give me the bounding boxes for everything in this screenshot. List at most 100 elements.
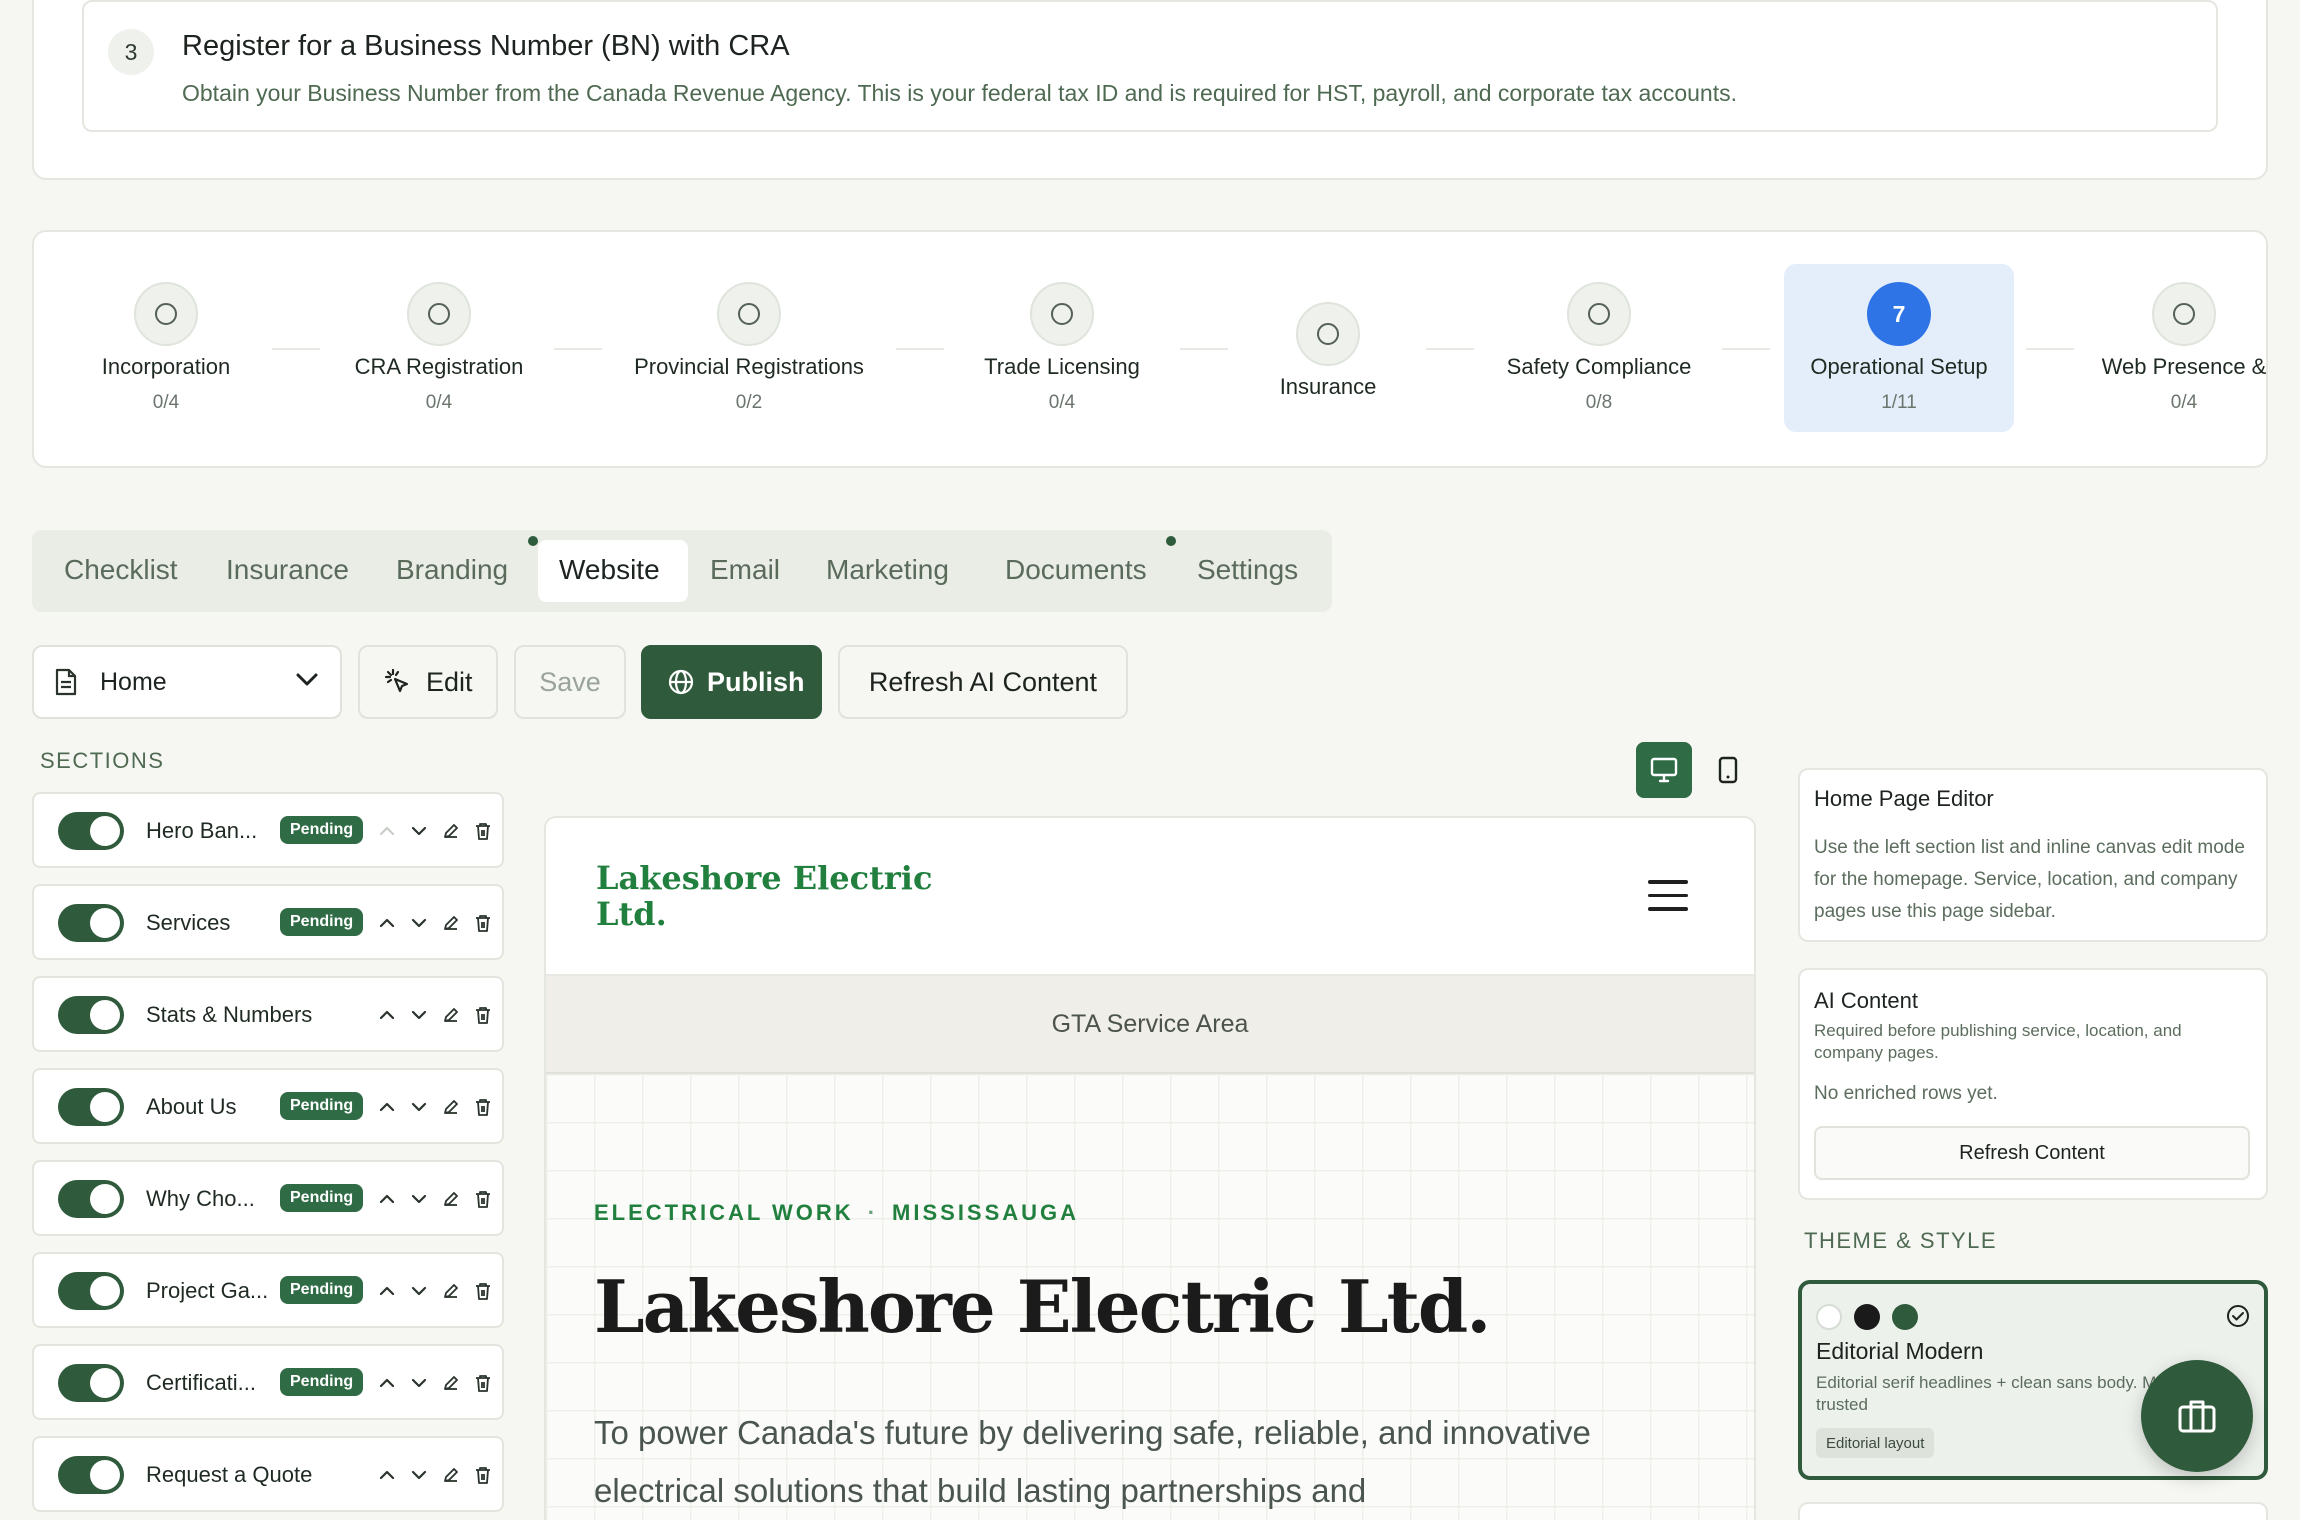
pencil-icon[interactable] bbox=[440, 1001, 462, 1029]
refresh-content-button[interactable]: Refresh Content bbox=[1814, 1126, 2250, 1180]
hamburger-icon[interactable] bbox=[1648, 880, 1688, 921]
chevron-down-icon[interactable] bbox=[408, 1001, 430, 1029]
trash-icon[interactable] bbox=[472, 1277, 494, 1305]
section-visibility-toggle[interactable] bbox=[58, 996, 124, 1034]
stage-web-presence[interactable]: Web Presence & 0/4 bbox=[2084, 232, 2266, 466]
chevron-up-icon[interactable] bbox=[376, 909, 398, 937]
section-row[interactable]: Hero Ban... Pending bbox=[32, 792, 504, 868]
trash-icon[interactable] bbox=[472, 909, 494, 937]
section-row[interactable]: Project Ga... Pending bbox=[32, 1252, 504, 1328]
chevron-up-icon[interactable] bbox=[376, 1185, 398, 1213]
section-actions bbox=[376, 1368, 494, 1398]
section-row[interactable]: Services Pending bbox=[32, 884, 504, 960]
refresh-ai-content-button[interactable]: Refresh AI Content bbox=[838, 645, 1128, 719]
section-visibility-toggle[interactable] bbox=[58, 1088, 124, 1126]
stage-number: 7 bbox=[1867, 282, 1931, 346]
pencil-icon[interactable] bbox=[440, 1369, 462, 1397]
section-actions bbox=[376, 1276, 494, 1306]
check-circle-icon bbox=[2226, 1304, 2250, 1328]
chevron-down-icon[interactable] bbox=[408, 1093, 430, 1121]
section-row[interactable]: About Us Pending bbox=[32, 1068, 504, 1144]
chevron-down-icon[interactable] bbox=[408, 1277, 430, 1305]
stepper-connector bbox=[896, 348, 944, 350]
stage-insurance[interactable]: Insurance bbox=[1240, 232, 1416, 466]
pending-badge: Pending bbox=[280, 1368, 364, 1396]
circle-icon bbox=[134, 282, 198, 346]
tab-settings[interactable]: Settings bbox=[1197, 554, 1298, 586]
section-actions bbox=[376, 1460, 494, 1490]
website-preview[interactable]: Lakeshore Electric Ltd. GTA Service Area… bbox=[544, 816, 1756, 1520]
eyebrow-location: MISSISSAUGA bbox=[892, 1200, 1080, 1225]
preview-logo[interactable]: Lakeshore Electric Ltd. bbox=[596, 860, 936, 932]
page-select[interactable]: Home bbox=[32, 645, 342, 719]
section-visibility-toggle[interactable] bbox=[58, 1180, 124, 1218]
section-label: Certificati... bbox=[146, 1370, 257, 1395]
chevron-down-icon[interactable] bbox=[408, 1369, 430, 1397]
section-label: Why Cho... bbox=[146, 1186, 255, 1211]
pencil-icon[interactable] bbox=[440, 817, 462, 845]
tab-bar: Checklist Insurance Branding Website Ema… bbox=[32, 530, 1332, 612]
chevron-up-icon[interactable] bbox=[376, 1461, 398, 1489]
tab-website[interactable]: Website bbox=[559, 554, 660, 586]
pencil-icon[interactable] bbox=[440, 1461, 462, 1489]
step-item[interactable]: 3 Register for a Business Number (BN) wi… bbox=[82, 0, 2218, 132]
ai-content-status: No enriched rows yet. bbox=[1814, 1083, 1998, 1104]
trash-icon[interactable] bbox=[472, 1185, 494, 1213]
publish-button[interactable]: Publish bbox=[641, 645, 822, 719]
chevron-down-icon[interactable] bbox=[408, 1185, 430, 1213]
section-row[interactable]: Request a Quote bbox=[32, 1436, 504, 1512]
tab-documents[interactable]: Documents bbox=[1005, 554, 1147, 586]
mobile-view-button[interactable] bbox=[1700, 742, 1756, 798]
section-visibility-toggle[interactable] bbox=[58, 904, 124, 942]
section-row[interactable]: Why Cho... Pending bbox=[32, 1160, 504, 1236]
section-visibility-toggle[interactable] bbox=[58, 812, 124, 850]
section-row[interactable]: Stats & Numbers bbox=[32, 976, 504, 1052]
tab-insurance[interactable]: Insurance bbox=[226, 554, 349, 586]
stage-trade-licensing[interactable]: Trade Licensing 0/4 bbox=[954, 232, 1170, 466]
tab-email[interactable]: Email bbox=[710, 554, 780, 586]
section-row[interactable]: Certificati... Pending bbox=[32, 1344, 504, 1420]
stage-safety-compliance[interactable]: Safety Compliance 0/8 bbox=[1486, 232, 1712, 466]
chevron-down-icon[interactable] bbox=[408, 909, 430, 937]
desktop-view-button[interactable] bbox=[1636, 742, 1692, 798]
edit-button[interactable]: Edit bbox=[358, 645, 498, 719]
chevron-up-icon[interactable] bbox=[376, 1277, 398, 1305]
section-visibility-toggle[interactable] bbox=[58, 1456, 124, 1494]
pencil-icon[interactable] bbox=[440, 1093, 462, 1121]
pencil-icon[interactable] bbox=[440, 1185, 462, 1213]
hero-title: Lakeshore Electric Ltd. bbox=[594, 1264, 1491, 1349]
stepper-connector bbox=[554, 348, 602, 350]
trash-icon[interactable] bbox=[472, 1461, 494, 1489]
pending-badge: Pending bbox=[280, 908, 364, 936]
hero-section[interactable]: ELECTRICAL WORK · MISSISSAUGA Lakeshore El… bbox=[546, 1074, 1754, 1520]
chevron-down-icon bbox=[296, 673, 318, 687]
stage-name: Incorporation bbox=[101, 354, 231, 379]
editor-title: Home Page Editor bbox=[1814, 786, 1994, 811]
section-visibility-toggle[interactable] bbox=[58, 1364, 124, 1402]
stage-incorporation[interactable]: Incorporation 0/4 bbox=[66, 232, 266, 466]
trash-icon[interactable] bbox=[472, 1093, 494, 1121]
chevron-up-icon[interactable] bbox=[376, 1369, 398, 1397]
chevron-up-icon[interactable] bbox=[376, 1093, 398, 1121]
trash-icon[interactable] bbox=[472, 1369, 494, 1397]
desktop-icon bbox=[1650, 757, 1678, 783]
pencil-icon[interactable] bbox=[440, 1277, 462, 1305]
trash-icon[interactable] bbox=[472, 1001, 494, 1029]
briefcase-fab-button[interactable] bbox=[2141, 1360, 2253, 1472]
briefcase-icon bbox=[2177, 1398, 2217, 1434]
stage-cra-registration[interactable]: CRA Registration 0/4 bbox=[334, 232, 544, 466]
chevron-down-icon[interactable] bbox=[408, 1461, 430, 1489]
save-button[interactable]: Save bbox=[514, 645, 626, 719]
tab-marketing[interactable]: Marketing bbox=[826, 554, 949, 586]
section-visibility-toggle[interactable] bbox=[58, 1272, 124, 1310]
theme-option-next[interactable] bbox=[1798, 1502, 2268, 1520]
chevron-down-icon[interactable] bbox=[408, 817, 430, 845]
pencil-icon[interactable] bbox=[440, 909, 462, 937]
stage-operational-setup[interactable]: 7 Operational Setup 1/11 bbox=[1784, 232, 2014, 466]
stage-provincial-registrations[interactable]: Provincial Registrations 0/2 bbox=[614, 232, 884, 466]
chevron-up-icon[interactable] bbox=[376, 1001, 398, 1029]
tab-checklist[interactable]: Checklist bbox=[64, 554, 178, 586]
tab-branding[interactable]: Branding bbox=[396, 554, 508, 586]
trash-icon[interactable] bbox=[472, 817, 494, 845]
chevron-up-icon[interactable] bbox=[376, 817, 398, 845]
